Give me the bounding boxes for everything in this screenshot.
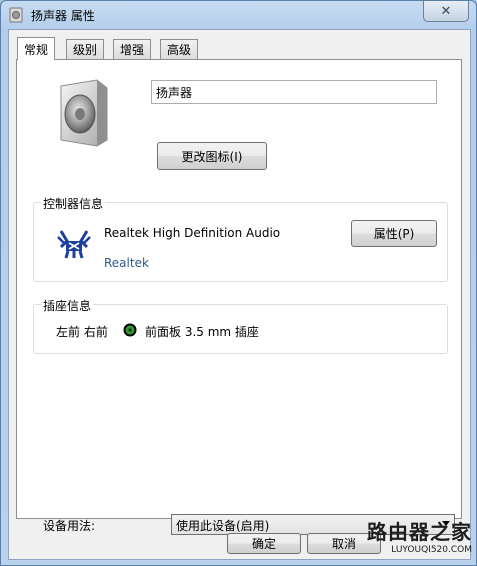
controller-name: Realtek High Definition Audio (104, 226, 281, 240)
tab-general[interactable]: 常规 (17, 37, 56, 60)
controller-info-group: 控制器信息 Realtek High Definition Audio Real… (33, 195, 448, 282)
properties-dialog: 扬声器 属性 ✕ 常规 级别 增强 高级 扬声器 更改图标(I) 控制器信息 R… (0, 0, 477, 566)
dialog-client-area: 常规 级别 增强 高级 扬声器 更改图标(I) 控制器信息 Realtek Hi… (8, 29, 471, 560)
watermark-url: LUYOUQI520.COM (391, 545, 472, 555)
controller-vendor: Realtek (104, 256, 149, 270)
close-icon: ✕ (440, 3, 452, 19)
watermark-site-name: 路由器之家 (367, 520, 472, 544)
close-button[interactable]: ✕ (423, 1, 469, 22)
change-icon-button[interactable]: 更改图标(I) (157, 142, 267, 170)
tab-enhancements[interactable]: 增强 (113, 39, 152, 59)
site-watermark: 路由器之家 LUYOUQI520.COM (362, 516, 472, 555)
jack-location: 前面板 3.5 mm 插座 (145, 325, 259, 339)
controller-info-label: 控制器信息 (41, 195, 106, 212)
jack-info-group: 插座信息 左前 右前 前面板 3.5 mm 插座 (33, 297, 448, 354)
ok-button[interactable]: 确定 (227, 533, 301, 554)
general-tab-panel: 扬声器 更改图标(I) 控制器信息 Realtek High Definitio… (16, 59, 462, 535)
device-usage-label: 设备用法: (43, 519, 96, 533)
jack-info-label: 插座信息 (41, 297, 94, 314)
title-bar[interactable]: 扬声器 属性 ✕ (1, 1, 476, 29)
device-name-field[interactable]: 扬声器 (151, 80, 437, 104)
tab-advanced[interactable]: 高级 (160, 39, 199, 59)
window-title: 扬声器 属性 (31, 9, 95, 23)
jack-color-icon (123, 323, 137, 337)
tab-levels[interactable]: 级别 (66, 39, 105, 59)
device-usage-value: 使用此设备(启用) (176, 519, 270, 533)
speaker-device-icon (60, 79, 108, 147)
realtek-logo-icon (57, 230, 91, 259)
speaker-icon (9, 7, 23, 23)
controller-properties-button[interactable]: 属性(P) (351, 220, 437, 247)
jack-channels: 左前 右前 (56, 325, 108, 339)
